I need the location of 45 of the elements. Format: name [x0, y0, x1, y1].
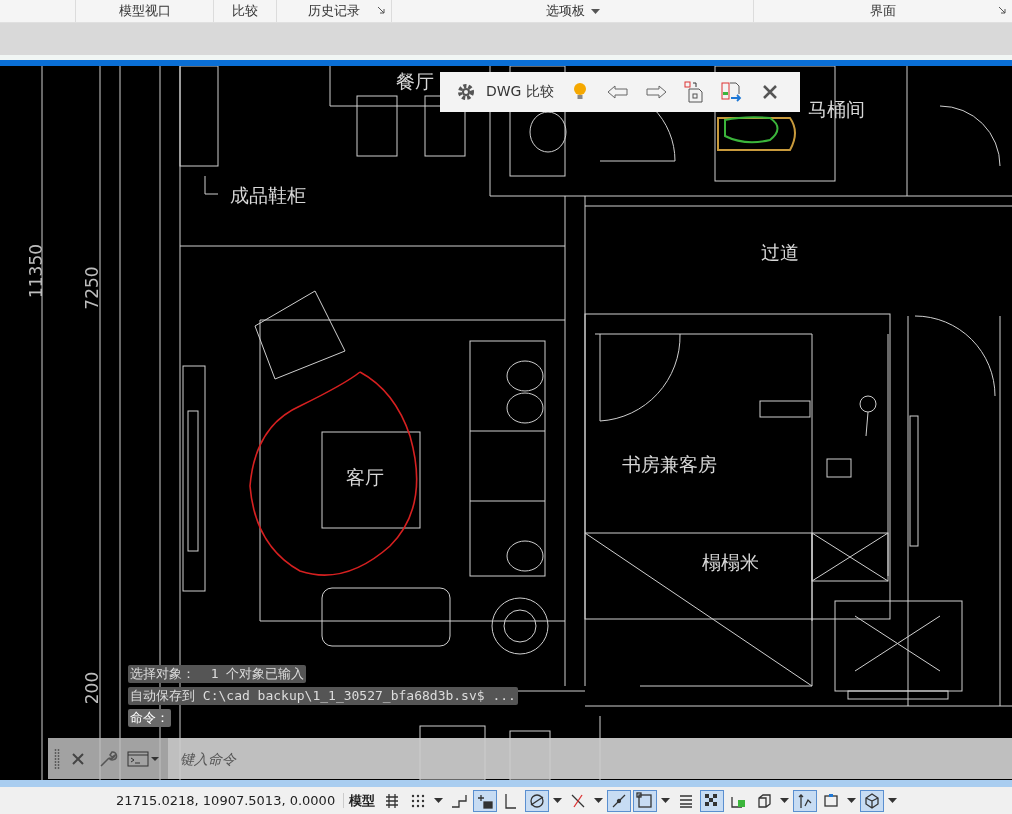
status-toggle-button[interactable] [860, 789, 900, 812]
room-label: 成品鞋柜 [230, 184, 306, 206]
room-label: 榻榻米 [701, 551, 759, 573]
toggle-icon [863, 791, 882, 810]
status-toggle-button[interactable] [700, 789, 725, 812]
export-document-icon[interactable] [719, 80, 744, 104]
toggle-icon [822, 791, 841, 810]
document-icon[interactable] [681, 80, 706, 104]
command-input[interactable]: 键入命令 [178, 742, 1012, 775]
toggle-icon [528, 791, 547, 810]
caret-icon[interactable] [553, 798, 563, 803]
caret-icon[interactable] [780, 798, 790, 803]
room-label: 马桶间 [807, 98, 865, 120]
dimension-text: 7250 [82, 266, 102, 310]
caret-icon[interactable] [888, 798, 898, 803]
toolbar-title: DWG 比较 [486, 83, 554, 101]
toggle-icon [636, 791, 655, 810]
room-label: 过道 [761, 241, 799, 263]
launcher-icon[interactable] [998, 6, 1006, 14]
launcher-icon[interactable] [377, 6, 386, 14]
room-label: 书房兼客房 [621, 453, 717, 475]
caret-icon[interactable] [434, 798, 444, 803]
status-toggle-button[interactable] [525, 789, 565, 812]
status-toggle-button[interactable] [633, 789, 673, 812]
room-label: 客厅 [346, 466, 384, 488]
caret-icon [590, 8, 600, 14]
room-label: 餐厅 [396, 70, 434, 92]
toggle-icon [755, 791, 774, 810]
panel-label-text: 选项板 [545, 2, 585, 20]
dimension-text: 11350 [26, 243, 46, 299]
caret-icon[interactable] [661, 798, 671, 803]
coordinates-readout: 21715.0218, 10907.5013, 0.0000 [108, 793, 345, 808]
panel-label-text: 模型视口 [118, 2, 171, 20]
panel-label-text: 界面 [870, 2, 897, 20]
caret-icon[interactable] [847, 798, 857, 803]
status-toggle-button[interactable] [607, 789, 632, 812]
panel-label-text: 历史记录 [308, 2, 361, 20]
grip-icon [54, 747, 60, 770]
panel-label-text: 比较 [232, 2, 259, 20]
status-toggle-button[interactable] [793, 789, 818, 812]
command-input-field[interactable]: 键入命令 [168, 738, 1012, 779]
status-toggle-button[interactable] [473, 789, 498, 812]
caret-icon[interactable] [594, 798, 604, 803]
dimension-text: 200 [82, 671, 102, 705]
model-space-button[interactable]: 模型 [346, 789, 379, 812]
